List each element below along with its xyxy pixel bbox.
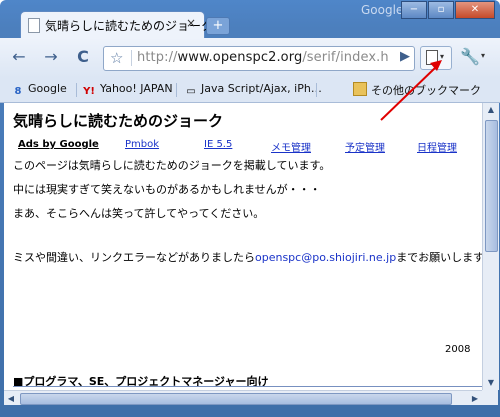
horizontal-scroll-thumb[interactable] [20,393,452,405]
scroll-down-icon[interactable]: ▼ [483,376,499,390]
nav-link-schedule[interactable]: 予定管理 [345,139,385,154]
tab-active[interactable]: 気晴らしに読むためのジョーク × [20,11,213,39]
chevron-down-icon: ▾ [440,52,445,61]
page-menu-button[interactable]: ▾ [420,46,452,70]
horizontal-scrollbar[interactable]: ◀ ▶ [4,390,482,406]
folder-icon [353,82,367,96]
new-tab-button[interactable]: + [206,17,230,35]
window-bottom-frame [0,405,500,417]
nav-link-pmbok[interactable]: Pmbok [125,139,159,150]
page-icon [28,18,40,33]
bookmark-label: Yahoo! JAPAN [100,82,173,95]
nav-link-memo[interactable]: メモ管理 [271,139,311,154]
scrollbar-corner [482,390,498,405]
url-scheme: http:// [137,50,178,65]
intro-text-2: 中には現実すぎて笑えないものがあるかもしれませんが・・・ [13,183,321,196]
url-text[interactable]: http://www.openspc2.org/serif/index.h [137,50,395,65]
browser-window: 気晴らしに読むためのジョーク × + Google − ▫ ✕ ← → C ☆ … [0,0,500,417]
bookmark-yahoo[interactable]: Y! Yahoo! JAPAN [82,82,173,98]
page-title: 気晴らしに読むためのジョーク [13,112,224,130]
address-bar[interactable]: ☆ http://www.openspc2.org/serif/index.h … [103,46,415,71]
nav-link-calendar[interactable]: 日程管理 [417,139,457,154]
contact-prefix: ミスや間違い、リンクエラーなどがありましたら [13,251,255,264]
go-icon[interactable]: ▶ [400,49,410,64]
tab-close-icon[interactable]: × [186,16,196,30]
other-bookmarks-label: その他のブックマーク [371,84,481,97]
intro-text-1: このページは気晴らしに読むためのジョークを掲載しています。 [13,159,331,172]
ads-by-google-link[interactable]: Ads by Google [18,139,99,150]
window-controls: − ▫ ✕ [400,1,495,19]
bookmark-divider [316,83,317,97]
wrench-menu-button[interactable]: 🔧 ▾ [456,46,490,68]
address-divider [131,50,132,66]
other-bookmarks[interactable]: その他のブックマーク [353,82,481,98]
url-path: /serif/index.h [302,50,389,65]
scroll-up-icon[interactable]: ▲ [483,103,499,117]
reload-button[interactable]: C [72,46,94,68]
bookmark-label: Google [28,82,67,95]
intro-text-3: まあ、そこらへんは笑って許してやってください。 [13,207,265,220]
forward-button[interactable]: → [40,46,62,68]
restore-button[interactable]: ▫ [428,1,454,19]
yahoo-icon: Y! [83,86,95,97]
title-bar: 気晴らしに読むためのジョーク × + Google − ▫ ✕ [0,0,500,39]
bookmark-divider [176,83,177,97]
scroll-left-icon[interactable]: ◀ [4,391,18,406]
navigation-toolbar: ← → C ☆ http://www.openspc2.org/serif/in… [0,38,500,78]
nav-link-ie55[interactable]: IE 5.5 [204,139,232,150]
page-icon [426,50,438,65]
section-divider [13,386,482,387]
contact-suffix: までお願いします [396,251,482,264]
google-icon: 8 [14,86,22,97]
bookmark-javascript[interactable]: ▭ Java Script/Ajax, iPh… [185,82,322,98]
bookmark-label: Java Script/Ajax, iPh… [201,82,322,95]
document-icon: ▭ [186,86,196,97]
page-content: 気晴らしに読むためのジョーク Ads by Google Pmbok IE 5.… [4,103,482,405]
star-icon[interactable]: ☆ [110,49,123,67]
vertical-scrollbar[interactable]: ▲ ▼ [482,103,499,390]
wrench-icon: 🔧 [460,47,480,66]
window-brand: Google [361,3,404,17]
contact-text: ミスや間違い、リンクエラーなどがありましたらopenspc@po.shiojir… [13,249,482,265]
vertical-scroll-thumb[interactable] [485,120,498,252]
contact-email-link[interactable]: openspc@po.shiojiri.ne.jp [255,251,396,264]
scroll-right-icon[interactable]: ▶ [468,391,482,406]
back-button[interactable]: ← [8,46,30,68]
url-host: www.openspc2.org [177,50,303,65]
close-window-button[interactable]: ✕ [455,1,495,19]
minimize-button[interactable]: − [401,1,427,19]
chevron-down-icon: ▾ [481,51,486,60]
copyright-year: 2008 [445,344,471,355]
bookmark-google[interactable]: 8 Google [12,82,67,98]
bookmarks-bar: 8 Google Y! Yahoo! JAPAN ▭ Java Script/Ajax… [0,78,500,103]
bookmark-divider [76,83,77,97]
